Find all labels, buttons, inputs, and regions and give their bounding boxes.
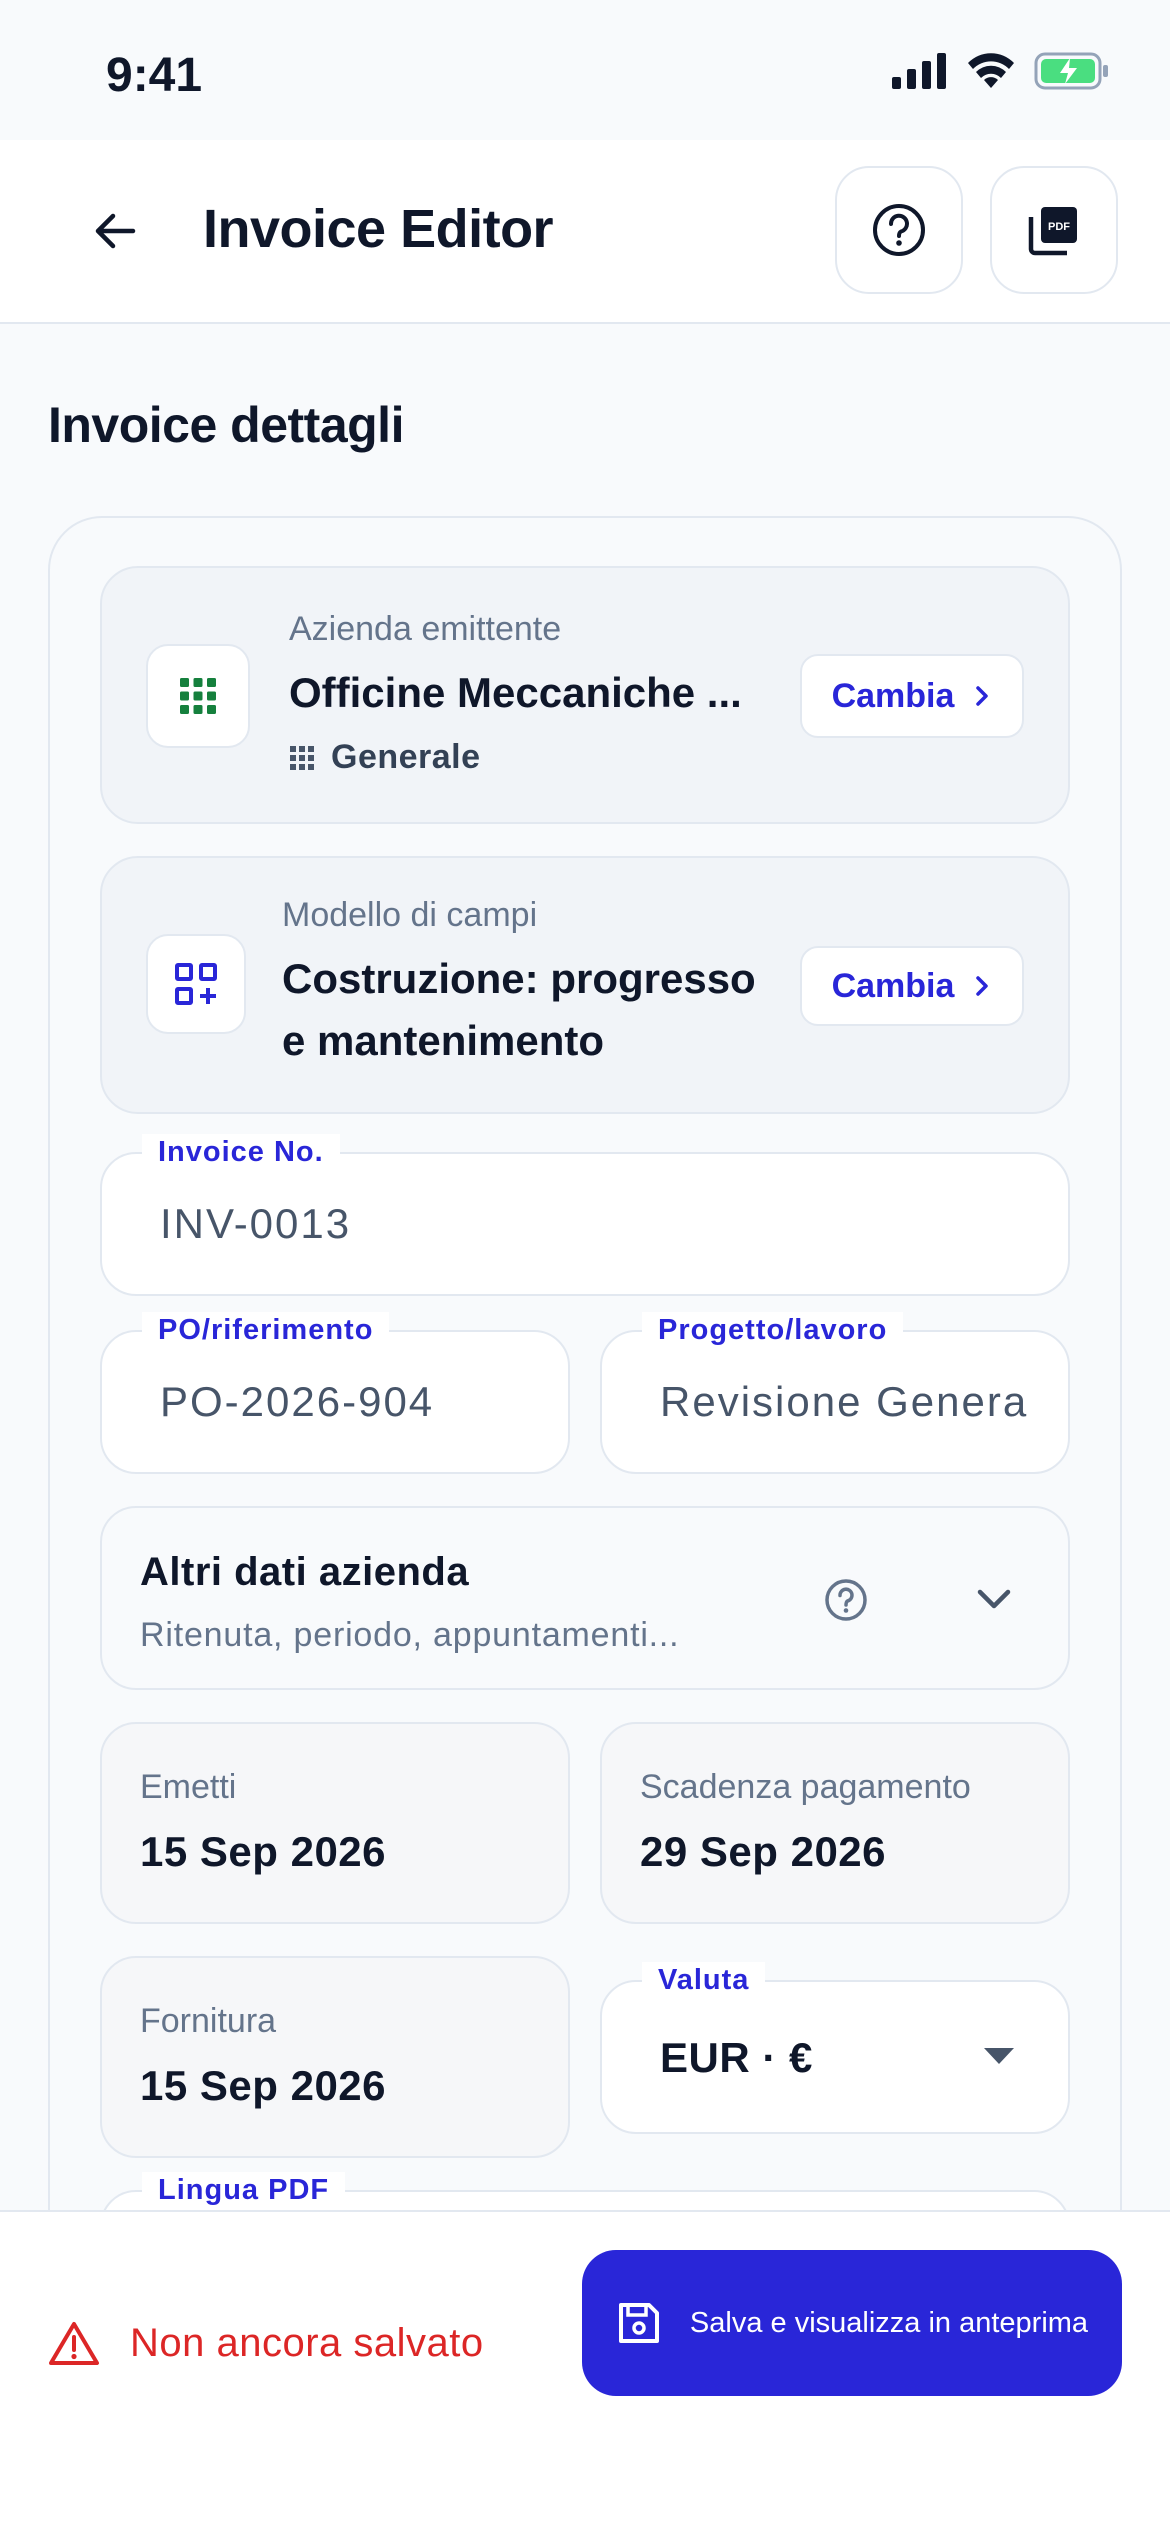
dropdown-arrow-icon (984, 2048, 1014, 2064)
bottom-action-bar: Non ancora salvato Salva e visualizza in… (0, 2210, 1170, 2534)
status-icons (892, 52, 1110, 90)
change-template-label: Cambia (831, 966, 955, 1005)
issuer-category-label: Generale (331, 738, 481, 776)
supply-date-label: Fornitura (140, 2002, 277, 2040)
po-reference-field[interactable]: PO/riferimento PO-2026-904 (100, 1312, 570, 1474)
change-issuer-label: Cambia (831, 676, 955, 715)
chevron-down-icon[interactable] (974, 1584, 1014, 1614)
wifi-icon (968, 53, 1014, 88)
chevron-right-icon (976, 686, 989, 706)
due-date-field[interactable]: Scadenza pagamento 29 Sep 2026 (600, 1722, 1070, 1924)
issuer-small-label: Azienda emittente (289, 610, 562, 648)
issuer-name: Officine Meccaniche ... (289, 669, 742, 716)
due-date-label: Scadenza pagamento (640, 1768, 971, 1806)
project-label: Progetto/lavoro (642, 1312, 904, 1348)
due-date-value: 29 Sep 2026 (640, 1828, 887, 1875)
pdf-button[interactable]: PDF (990, 166, 1118, 294)
arrow-left-icon (95, 213, 136, 249)
currency-label: Valuta (642, 1962, 766, 1998)
back-button[interactable] (80, 188, 150, 274)
warning-triangle-icon (49, 2322, 99, 2365)
pdf-icon: PDF (1028, 207, 1077, 256)
page-title: Invoice Editor (203, 199, 554, 259)
status-bar: 9:41 (0, 0, 1170, 140)
battery-charging-icon (1034, 52, 1108, 90)
category-grid-icon (290, 745, 314, 770)
supply-date-value: 15 Sep 2026 (140, 2062, 387, 2109)
chevron-right-icon (976, 976, 989, 996)
status-time: 9:41 (106, 49, 203, 102)
other-data-subtitle: Ritenuta, periodo, appuntamenti... (140, 1616, 680, 1654)
supply-date-field[interactable]: Fornitura 15 Sep 2026 (100, 1956, 570, 2158)
other-data-expander[interactable]: Altri dati azienda Ritenuta, periodo, ap… (100, 1506, 1070, 1690)
invoice-number-value: INV-0013 (160, 1200, 352, 1247)
issue-date-field[interactable]: Emetti 15 Sep 2026 (100, 1722, 570, 1924)
currency-value: EUR · € (660, 2034, 813, 2081)
save-preview-button[interactable]: Salva e visualizza in anteprima (582, 2250, 1122, 2396)
help-circle-icon[interactable] (824, 1578, 868, 1622)
template-name-line2: e mantenimento (282, 1017, 605, 1064)
po-reference-label: PO/riferimento (142, 1312, 390, 1348)
template-small-label: Modello di campi (282, 896, 538, 934)
project-value: Revisione Genera (660, 1378, 1029, 1425)
issuer-category: Generale (289, 738, 481, 777)
save-icon (618, 2303, 659, 2343)
po-reference-value: PO-2026-904 (160, 1378, 435, 1425)
issue-date-label: Emetti (140, 1768, 237, 1806)
change-template-button[interactable]: Cambia (800, 946, 1024, 1026)
project-field[interactable]: Progetto/lavoro Revisione Genera (600, 1312, 1070, 1474)
template-name-line1: Costruzione: progresso (282, 955, 756, 1002)
pdf-language-label: Lingua PDF (142, 2172, 346, 2208)
template-tile: Modello di campi Costruzione: progresso … (100, 856, 1070, 1114)
invoice-number-label: Invoice No. (142, 1134, 340, 1170)
grid-icon (180, 678, 216, 714)
widgets-add-icon (175, 963, 217, 1005)
section-title: Invoice dettagli (48, 397, 404, 453)
currency-select[interactable]: Valuta EUR · € (600, 1962, 1070, 2134)
help-button[interactable] (835, 166, 963, 294)
svg-text:PDF: PDF (1048, 221, 1070, 233)
company-icon (146, 644, 250, 748)
unsaved-indicator: Non ancora salvato (48, 2320, 484, 2366)
issue-date-value: 15 Sep 2026 (140, 1828, 387, 1875)
help-circle-icon (873, 204, 925, 256)
signal-icon (892, 53, 946, 89)
unsaved-label: Non ancora salvato (130, 2320, 484, 2365)
template-icon-box (146, 934, 246, 1034)
app-bar: Invoice Editor PDF (0, 140, 1170, 324)
invoice-number-field[interactable]: Invoice No. INV-0013 (100, 1134, 1070, 1296)
save-preview-label: Salva e visualizza in anteprima (689, 2306, 1089, 2339)
change-issuer-button[interactable]: Cambia (800, 654, 1024, 738)
issuer-tile: Azienda emittente Officine Meccaniche ..… (100, 566, 1070, 824)
other-data-title: Altri dati azienda (140, 1550, 470, 1594)
